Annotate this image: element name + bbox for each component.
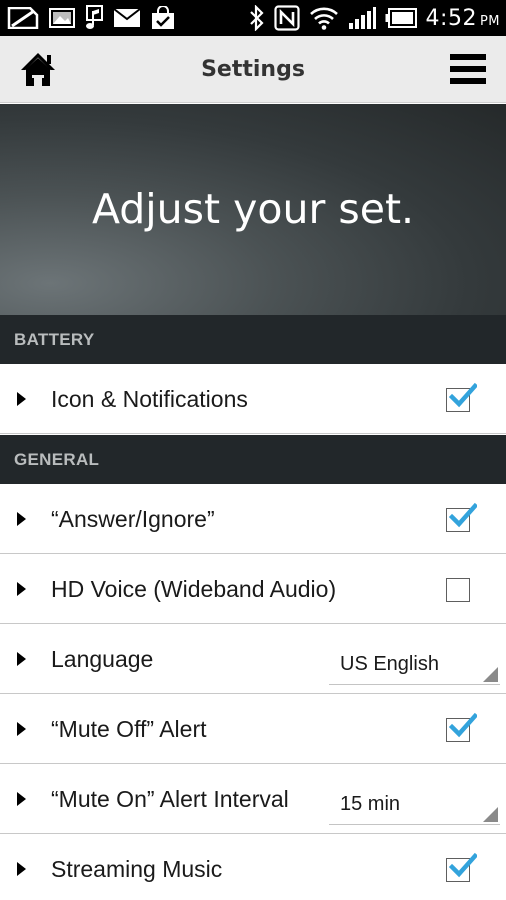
hd-voice-checkbox[interactable] xyxy=(446,578,470,602)
no-sim-icon xyxy=(7,7,39,29)
dropdown-corner-icon xyxy=(483,807,498,822)
clock-time: 4:52 xyxy=(425,5,477,31)
dropdown-corner-icon xyxy=(483,667,498,682)
setting-row-mute-on-interval[interactable]: “Mute On” Alert Interval 15 min xyxy=(0,764,506,834)
clock: 4:52 PM xyxy=(426,6,500,31)
expand-arrow-icon xyxy=(17,582,26,596)
clock-ampm: PM xyxy=(479,13,500,29)
mute-on-interval-select-value: 15 min xyxy=(340,793,401,815)
expand-arrow-icon xyxy=(17,392,26,406)
checkmark-icon xyxy=(449,502,477,528)
page-title: Settings xyxy=(201,57,305,82)
language-select[interactable]: US English xyxy=(329,644,500,685)
nfc-icon xyxy=(273,5,300,31)
music-icon xyxy=(86,5,103,29)
setting-row-streaming-music[interactable]: Streaming Music xyxy=(0,834,506,900)
answer-ignore-checkbox[interactable] xyxy=(446,502,477,532)
expand-arrow-icon xyxy=(17,862,26,876)
section-header-general: GENERAL xyxy=(0,435,506,484)
setting-row-language[interactable]: Language US English xyxy=(0,624,506,694)
signal-icon xyxy=(348,7,376,29)
expand-arrow-icon xyxy=(17,512,26,526)
expand-arrow-icon xyxy=(17,792,26,806)
shopping-bag-icon xyxy=(152,6,174,29)
setting-row-icon-notifications[interactable]: Icon & Notifications xyxy=(0,364,506,434)
setting-row-hd-voice[interactable]: HD Voice (Wideband Audio) xyxy=(0,554,506,624)
expand-arrow-icon xyxy=(17,722,26,736)
status-bar: 4:52 PM xyxy=(0,0,506,36)
home-icon[interactable] xyxy=(19,51,57,89)
expand-arrow-icon xyxy=(17,652,26,666)
system-icons: 4:52 PM xyxy=(249,3,500,33)
mute-off-alert-checkbox[interactable] xyxy=(446,712,477,742)
streaming-music-checkbox[interactable] xyxy=(446,852,477,882)
hero-banner: Adjust your set. xyxy=(0,104,506,315)
mail-icon xyxy=(113,8,141,27)
setting-label: Language xyxy=(51,646,154,672)
setting-label: Icon & Notifications xyxy=(51,386,248,412)
icon-notifications-checkbox[interactable] xyxy=(446,382,477,412)
setting-row-answer-ignore[interactable]: “Answer/Ignore” xyxy=(0,484,506,554)
app-bar: Settings xyxy=(0,36,506,103)
setting-label: “Answer/Ignore” xyxy=(51,506,215,532)
checkmark-icon xyxy=(449,852,477,878)
wifi-icon xyxy=(309,7,338,30)
battery-icon xyxy=(385,8,417,28)
setting-label: Streaming Music xyxy=(51,856,223,882)
checkmark-icon xyxy=(449,712,477,738)
setting-label: “Mute On” Alert Interval xyxy=(51,786,289,812)
hamburger-menu-icon[interactable] xyxy=(450,52,486,86)
hero-tagline: Adjust your set. xyxy=(91,185,415,233)
notification-icons xyxy=(6,5,176,31)
checkmark-icon xyxy=(449,382,477,408)
setting-row-mute-off-alert[interactable]: “Mute Off” Alert xyxy=(0,694,506,764)
setting-label: “Mute Off” Alert xyxy=(51,716,207,742)
photo-icon xyxy=(49,8,75,28)
mute-on-interval-select[interactable]: 15 min xyxy=(329,784,500,825)
setting-label: HD Voice (Wideband Audio) xyxy=(51,576,337,602)
section-header-battery: BATTERY xyxy=(0,315,506,364)
bluetooth-icon xyxy=(249,5,264,31)
language-select-value: US English xyxy=(340,653,439,675)
